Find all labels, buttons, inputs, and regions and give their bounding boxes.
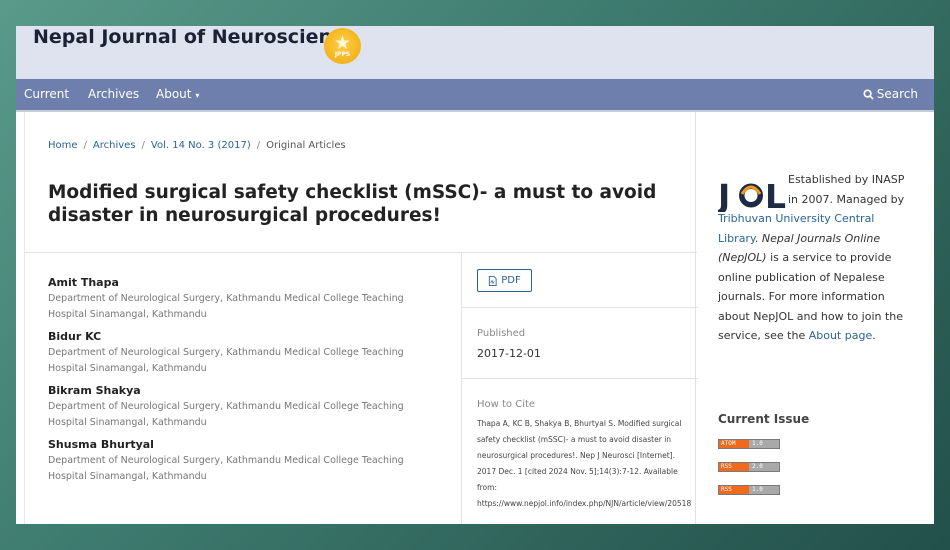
site-title[interactable]: Nepal Journal of Neuroscience bbox=[33, 26, 356, 48]
search-label: Search bbox=[876, 87, 918, 101]
intro-text-1: Established by INASP in 2007. Managed by bbox=[788, 173, 905, 206]
breadcrumb-separator: / bbox=[256, 140, 261, 151]
feed-type: ATOM bbox=[719, 440, 749, 448]
intro-text-4: . bbox=[872, 329, 876, 342]
author-item: Bikram Shakya Department of Neurological… bbox=[48, 383, 438, 431]
search-link[interactable]: Search bbox=[863, 87, 918, 101]
main-navbar: Current Archives About ▾ Search bbox=[16, 79, 934, 110]
file-pdf-icon bbox=[489, 275, 497, 286]
nav-about-label: About bbox=[156, 87, 192, 101]
breadcrumb-separator: / bbox=[83, 140, 87, 151]
feed-version: 1.0 bbox=[749, 486, 779, 494]
author-list: Amit Thapa Department of Neurological Su… bbox=[48, 275, 438, 491]
article-details: PDF Published 2017-12-01 How to Cite Tha… bbox=[461, 253, 698, 524]
star-icon: ★ bbox=[333, 32, 352, 54]
nav-current[interactable]: Current bbox=[24, 87, 69, 101]
how-to-cite-label: How to Cite bbox=[477, 399, 536, 410]
logo-spacer bbox=[718, 170, 786, 208]
breadcrumb: Home / Archives / Vol. 14 No. 3 (2017) /… bbox=[48, 140, 346, 151]
search-icon bbox=[863, 88, 874, 100]
details-divider bbox=[462, 378, 698, 379]
author-name: Bidur KC bbox=[48, 330, 102, 343]
details-divider bbox=[462, 307, 698, 308]
author-name: Bikram Shakya bbox=[48, 384, 141, 397]
nav-about[interactable]: About ▾ bbox=[156, 87, 199, 101]
feed-type: RSS bbox=[719, 486, 749, 494]
author-affiliation: Department of Neurological Surgery, Kath… bbox=[48, 293, 404, 320]
nav-archives[interactable]: Archives bbox=[88, 87, 139, 101]
author-item: Shusma Bhurtyal Department of Neurologic… bbox=[48, 437, 438, 485]
browser-page: Nepal Journal of Neuroscience ★ JPPS Cur… bbox=[16, 26, 934, 524]
feed-version: 2.0 bbox=[749, 463, 779, 471]
feed-version: 1.0 bbox=[749, 440, 779, 448]
published-date: 2017-12-01 bbox=[477, 347, 541, 360]
author-item: Bidur KC Department of Neurological Surg… bbox=[48, 329, 438, 377]
nepjol-description: Established by INASP in 2007. Managed by… bbox=[718, 170, 913, 346]
feed-type: RSS bbox=[719, 463, 749, 471]
author-name: Shusma Bhurtyal bbox=[48, 438, 154, 451]
caret-down-icon: ▾ bbox=[195, 91, 200, 100]
about-page-link[interactable]: About page bbox=[809, 329, 873, 342]
site-header: Nepal Journal of Neuroscience ★ JPPS bbox=[16, 26, 934, 79]
author-name: Amit Thapa bbox=[48, 276, 119, 289]
author-item: Amit Thapa Department of Neurological Su… bbox=[48, 275, 438, 323]
pdf-label: PDF bbox=[501, 275, 521, 286]
current-issue-heading: Current Issue bbox=[718, 412, 810, 426]
atom-feed-button[interactable]: ATOM 1.0 bbox=[718, 439, 780, 449]
sidebar: J L Established by INASP in 2007. Manage… bbox=[718, 112, 918, 524]
author-affiliation: Department of Neurological Surgery, Kath… bbox=[48, 455, 404, 482]
article-main: Home / Archives / Vol. 14 No. 3 (2017) /… bbox=[24, 112, 698, 524]
breadcrumb-home[interactable]: Home bbox=[48, 140, 78, 151]
pdf-button[interactable]: PDF bbox=[477, 269, 532, 292]
rss1-feed-button[interactable]: RSS 1.0 bbox=[718, 485, 780, 495]
citation-text: Thapa A, KC B, Shakya B, Bhurtyal S. Mod… bbox=[477, 419, 692, 508]
breadcrumb-issue[interactable]: Vol. 14 No. 3 (2017) bbox=[151, 140, 251, 151]
breadcrumb-separator: / bbox=[141, 140, 145, 151]
badge-text: JPPS bbox=[334, 51, 351, 58]
rss2-feed-button[interactable]: RSS 2.0 bbox=[718, 462, 780, 472]
author-affiliation: Department of Neurological Surgery, Kath… bbox=[48, 401, 404, 428]
published-label: Published bbox=[477, 328, 526, 339]
intro-text-2: . bbox=[754, 231, 762, 245]
breadcrumb-archives[interactable]: Archives bbox=[93, 140, 136, 151]
jpps-star-badge-icon: ★ JPPS bbox=[324, 28, 361, 64]
article-title: Modified surgical safety checklist (mSSC… bbox=[48, 182, 657, 226]
author-affiliation: Department of Neurological Surgery, Kath… bbox=[48, 347, 404, 374]
breadcrumb-current: Original Articles bbox=[266, 140, 346, 151]
